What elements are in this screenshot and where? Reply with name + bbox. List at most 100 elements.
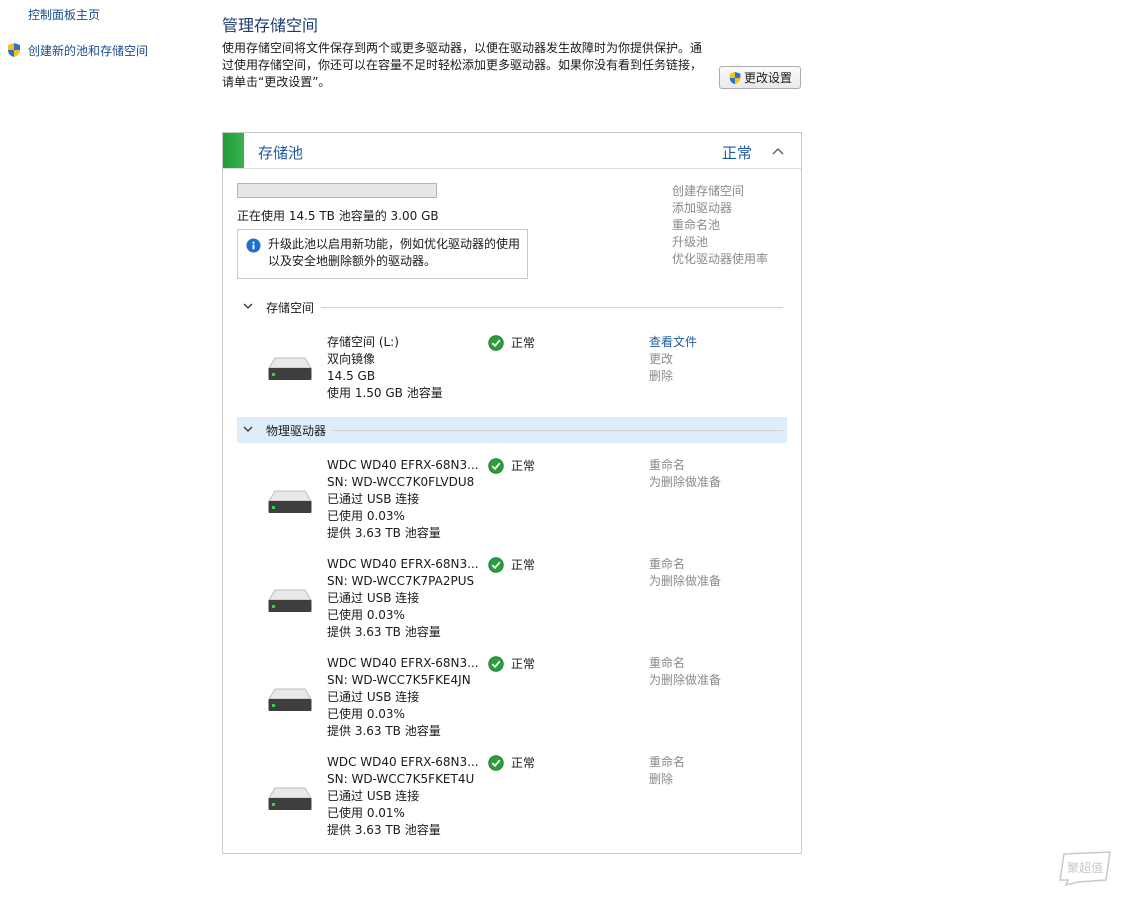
storage-spaces-section-header[interactable]: 存储空间 (237, 294, 787, 320)
drive-model: WDC WD40 EFRX-68N3... (327, 755, 479, 769)
check-icon (488, 655, 504, 672)
physical-drive-item: WDC WD40 EFRX-68N3... SN: WD-WCC7K5FKE4J… (223, 655, 801, 745)
drive-model: WDC WD40 EFRX-68N3... (327, 458, 479, 472)
space-pool-usage: 使用 1.50 GB 池容量 (327, 386, 443, 400)
drive-used: 已使用 0.03% (327, 707, 405, 721)
prepare-removal-action[interactable]: 为删除做准备 (649, 672, 721, 689)
page-title: 管理存储空间 (222, 16, 319, 35)
chevron-down-icon (243, 303, 253, 309)
status-text: 正常 (511, 558, 536, 572)
pool-health-indicator (223, 133, 244, 168)
uac-shield-icon (8, 43, 20, 57)
drive-details: WDC WD40 EFRX-68N3... SN: WD-WCC7K5FKE4J… (327, 655, 479, 740)
drive-icon (268, 688, 312, 711)
drive-actions: 重命名 为删除做准备 (649, 457, 721, 491)
status-text: 正常 (511, 459, 536, 473)
drive-actions: 重命名 为删除做准备 (649, 655, 721, 689)
pool-actions: 创建存储空间 添加驱动器 重命名池 升级池 优化驱动器使用率 (672, 183, 768, 268)
chevron-up-icon[interactable] (771, 145, 785, 157)
drive-icon (268, 787, 312, 810)
drive-used: 已使用 0.03% (327, 509, 405, 523)
check-icon (488, 457, 504, 474)
watermark-logo: 聚超值 (1059, 851, 1111, 886)
delete-action[interactable]: 删除 (649, 771, 685, 788)
drive-connection: 已通过 USB 连接 (327, 591, 420, 605)
space-name: 存储空间 (L:) (327, 335, 399, 349)
upgrade-info-box: 升级此池以启用新功能，例如优化驱动器的使用以及安全地删除额外的驱动器。 (237, 229, 528, 279)
drive-icon (268, 589, 312, 612)
drive-actions: 重命名 删除 (649, 754, 685, 788)
create-storage-space-action[interactable]: 创建存储空间 (672, 183, 768, 200)
status-badge: 正常 (488, 457, 535, 474)
storage-space-item: 存储空间 (L:) 双向镜像 14.5 GB 使用 1.50 GB 池容量 正常… (223, 334, 801, 424)
check-icon (488, 334, 504, 351)
uac-shield-icon (729, 71, 741, 84)
rename-action[interactable]: 重命名 (649, 556, 721, 573)
drive-icon (268, 357, 312, 380)
status-text: 正常 (511, 336, 536, 350)
status-text: 正常 (511, 756, 536, 770)
status-badge: 正常 (488, 334, 535, 351)
drive-used: 已使用 0.01% (327, 806, 405, 820)
optimize-drive-usage-action[interactable]: 优化驱动器使用率 (672, 251, 768, 268)
drive-model: WDC WD40 EFRX-68N3... (327, 656, 479, 670)
drive-serial: SN: WD-WCC7K5FKET4U (327, 772, 475, 786)
check-icon (488, 754, 504, 771)
rename-action[interactable]: 重命名 (649, 655, 721, 672)
storage-pool-header: 存储池 正常 (223, 133, 801, 169)
rename-pool-action[interactable]: 重命名池 (672, 217, 768, 234)
control-panel-home-link[interactable]: 控制面板主页 (28, 6, 100, 23)
watermark-text: 聚超值 (1067, 860, 1103, 875)
section-divider (333, 430, 783, 431)
prepare-removal-action[interactable]: 为删除做准备 (649, 474, 721, 491)
physical-drive-item: WDC WD40 EFRX-68N3... SN: WD-WCC7K7PA2PU… (223, 556, 801, 646)
drive-capacity: 提供 3.63 TB 池容量 (327, 724, 441, 738)
physical-drive-item: WDC WD40 EFRX-68N3... SN: WD-WCC7K5FKET4… (223, 754, 801, 844)
upgrade-pool-action[interactable]: 升级池 (672, 234, 768, 251)
drive-capacity: 提供 3.63 TB 池容量 (327, 823, 441, 837)
space-resiliency: 双向镜像 (327, 352, 376, 366)
delete-action[interactable]: 删除 (649, 368, 697, 385)
storage-space-details: 存储空间 (L:) 双向镜像 14.5 GB 使用 1.50 GB 池容量 (327, 334, 443, 402)
status-badge: 正常 (488, 556, 535, 573)
pool-title: 存储池 (258, 144, 304, 162)
rename-action[interactable]: 重命名 (649, 457, 721, 474)
drive-details: WDC WD40 EFRX-68N3... SN: WD-WCC7K5FKET4… (327, 754, 479, 839)
drive-actions: 重命名 为删除做准备 (649, 556, 721, 590)
prepare-removal-action[interactable]: 为删除做准备 (649, 573, 721, 590)
section-divider (321, 307, 783, 308)
physical-drive-item: WDC WD40 EFRX-68N3... SN: WD-WCC7K0FLVDU… (223, 457, 801, 547)
section-label: 存储空间 (266, 301, 315, 315)
add-drives-action[interactable]: 添加驱动器 (672, 200, 768, 217)
drive-used: 已使用 0.03% (327, 608, 405, 622)
storage-space-actions: 查看文件 更改 删除 (649, 334, 697, 385)
status-text: 正常 (511, 657, 536, 671)
upgrade-info-text: 升级此池以启用新功能，例如优化驱动器的使用以及安全地删除额外的驱动器。 (268, 237, 521, 268)
pool-status: 正常 (722, 144, 753, 162)
page-description: 使用存储空间将文件保存到两个或更多驱动器，以便在驱动器发生故障时为你提供保护。通… (222, 41, 703, 89)
check-icon (488, 556, 504, 573)
status-badge: 正常 (488, 754, 535, 771)
pool-usage-text: 正在使用 14.5 TB 池容量的 3.00 GB (237, 209, 439, 223)
create-pool-link[interactable]: 创建新的池和存储空间 (28, 42, 148, 59)
change-settings-label: 更改设置 (743, 71, 792, 85)
drive-model: WDC WD40 EFRX-68N3... (327, 557, 479, 571)
drive-connection: 已通过 USB 连接 (327, 492, 420, 506)
drive-details: WDC WD40 EFRX-68N3... SN: WD-WCC7K7PA2PU… (327, 556, 479, 641)
drive-serial: SN: WD-WCC7K7PA2PUS (327, 574, 475, 588)
drive-serial: SN: WD-WCC7K5FKE4JN (327, 673, 471, 687)
view-files-link[interactable]: 查看文件 (649, 334, 697, 351)
chevron-down-icon (243, 426, 253, 432)
drive-details: WDC WD40 EFRX-68N3... SN: WD-WCC7K0FLVDU… (327, 457, 479, 542)
drive-capacity: 提供 3.63 TB 池容量 (327, 625, 441, 639)
section-label: 物理驱动器 (266, 424, 327, 438)
rename-action[interactable]: 重命名 (649, 754, 685, 771)
physical-drives-section-header[interactable]: 物理驱动器 (237, 417, 787, 443)
storage-pool-panel: 存储池 正常 正在使用 14.5 TB 池容量的 3.00 GB 升级此池以启用… (222, 132, 802, 854)
status-badge: 正常 (488, 655, 535, 672)
info-icon (246, 238, 261, 253)
drive-connection: 已通过 USB 连接 (327, 789, 420, 803)
pool-capacity-bar (237, 183, 437, 198)
change-settings-button[interactable]: 更改设置 (719, 66, 801, 89)
change-action[interactable]: 更改 (649, 351, 697, 368)
